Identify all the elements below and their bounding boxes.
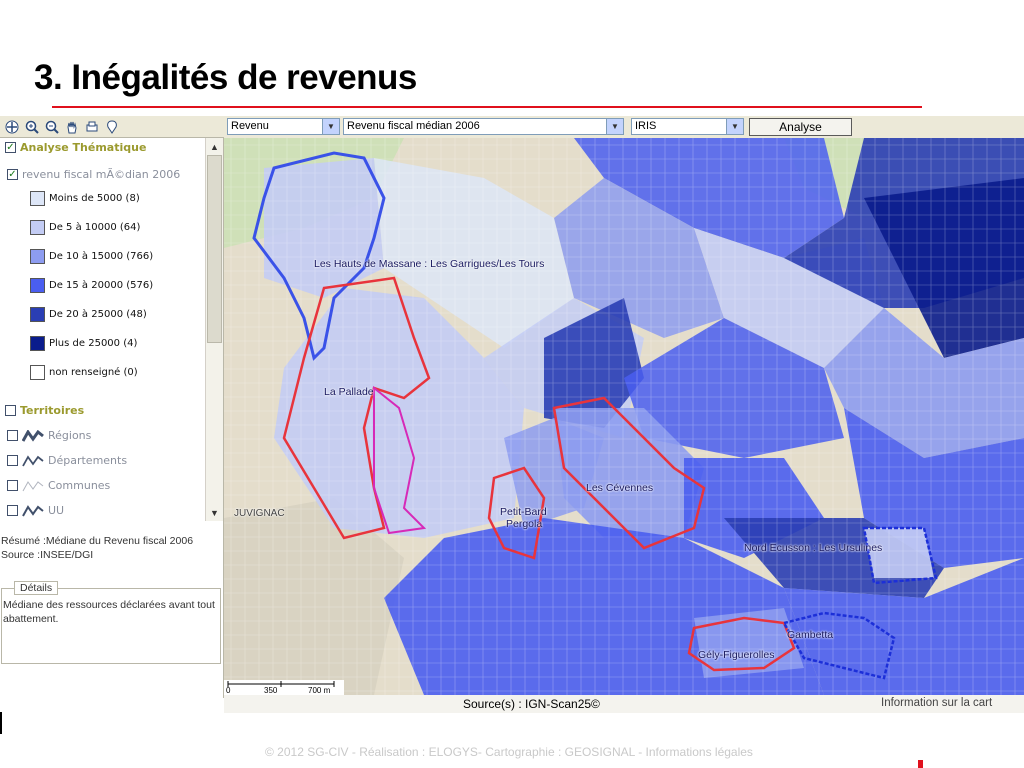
source-line: Source :INSEE/DGI [1,549,94,561]
chevron-down-icon[interactable]: ▼ [322,119,339,134]
legend-swatch [30,278,45,293]
legend-label: De 15 à 20000 (576) [49,280,154,291]
indicator-select[interactable]: Revenu fiscal médian 2006 ▼ [343,118,624,135]
legend-swatch [30,336,45,351]
layer-revenu-label: revenu fiscal mÃ©dian 2006 [22,168,181,181]
analysis-bar: Revenu ▼ Revenu fiscal médian 2006 ▼ IRI… [224,116,1024,139]
details-box: Détails Médiane des ressources déclarées… [1,581,221,664]
zoom-in-icon[interactable] [23,118,40,135]
legend-item: De 20 à 25000 (48) [30,307,147,322]
level-select-value: IRIS [635,120,657,132]
layer-tree: ✓ Analyse Thématique ✓ revenu fiscal mÃ©… [0,138,205,521]
checkbox[interactable]: ✓ [7,169,18,180]
scale-tick: 700 m [308,686,331,695]
scroll-thumb[interactable] [207,155,222,343]
legend-swatch [30,191,45,206]
legend-item: Plus de 25000 (4) [30,336,137,351]
legend-item: non renseigné (0) [30,365,138,380]
chevron-down-icon[interactable]: ▼ [606,119,623,134]
zoom-out-icon[interactable] [43,118,60,135]
departements-line-icon [22,454,44,466]
red-corner-mark [918,760,923,768]
territoire-label: Communes [48,479,111,492]
print-icon[interactable] [83,118,100,135]
checkbox[interactable] [7,480,18,491]
indicator-select-value: Revenu fiscal médian 2006 [347,120,480,132]
legend-item: De 15 à 20000 (576) [30,278,153,293]
legend-item: Moins de 5000 (8) [30,191,140,206]
scroll-down-icon[interactable]: ▼ [206,504,223,521]
map-source: Source(s) : IGN-Scan25© [463,697,600,711]
edge-mark [0,712,2,734]
map-view[interactable]: Les Hauts de Massane : Les Garrigues/Les… [224,138,1024,695]
territoire-row[interactable]: Départements [7,454,127,467]
legend-item: De 10 à 15000 (766) [30,249,153,264]
map-label: Les Cévennes [586,482,654,494]
analyse-button[interactable]: Analyse [749,118,852,136]
hand-icon[interactable] [63,118,80,135]
group-analyse-row[interactable]: ✓ Analyse Thématique [5,141,146,154]
map-canvas[interactable] [224,138,1024,695]
map-label: Les Hauts de Massane : Les Garrigues/Les… [314,258,545,270]
group-analyse-label: Analyse Thématique [20,141,147,154]
legend-swatch [30,307,45,322]
info-icon[interactable] [103,118,120,135]
map-label: Pergola [506,518,543,530]
map-label: La Pallade [324,386,374,398]
communes-line-icon [22,480,44,491]
theme-select-value: Revenu [231,120,269,132]
footer-text: © 2012 SG-CIV - Réalisation : ELOGYS- Ca… [265,745,753,759]
legend-label: non renseigné (0) [49,367,138,378]
pan-icon[interactable] [3,118,20,135]
legend-label: De 10 à 15000 (766) [49,251,154,262]
layers-panel: ✓ Analyse Thématique ✓ revenu fiscal mÃ©… [0,138,224,698]
territoire-label: Départements [48,454,128,467]
scroll-up-icon[interactable]: ▲ [206,138,223,155]
map-label: Gély-Figuerolles [698,649,775,661]
scale-tick: 0 [226,686,231,695]
resume-block: Résumé :Médiane du Revenu fiscal 2006 So… [1,534,193,562]
title-divider [52,106,922,108]
map-label: JUVIGNAC [234,508,285,519]
territoire-row[interactable]: Régions [7,429,91,442]
details-legend: Détails [14,581,59,595]
territoire-row[interactable]: UU [7,504,64,517]
map-label: Gambetta [787,629,834,641]
layer-revenu-row[interactable]: ✓ revenu fiscal mÃ©dian 2006 [7,168,180,181]
slide-title: 3. Inégalités de revenus [34,58,417,97]
legend-item: De 5 à 10000 (64) [30,220,140,235]
territoire-label: Régions [48,429,92,442]
layer-tree-scrollbar[interactable]: ▲ ▼ [205,138,223,521]
scale-tick: 350 [264,686,278,695]
legend-swatch [30,220,45,235]
group-territoires-row[interactable]: Territoires [5,404,84,417]
legend-label: De 20 à 25000 (48) [49,309,147,320]
map-label: Petit-Bard [500,506,547,518]
checkbox[interactable] [7,505,18,516]
legend-label: Moins de 5000 (8) [49,193,140,204]
regions-line-icon [22,429,44,442]
legend-label: Plus de 25000 (4) [49,338,138,349]
checkbox[interactable]: ✓ [5,142,16,153]
territoire-label: UU [48,504,65,517]
uu-line-icon [22,504,44,516]
map-info-link[interactable]: Information sur la cart [881,697,992,709]
checkbox[interactable] [7,430,18,441]
territoire-row[interactable]: Communes [7,479,110,492]
checkbox[interactable] [7,455,18,466]
group-territoires-label: Territoires [20,404,85,417]
level-select[interactable]: IRIS ▼ [631,118,744,135]
resume-line: Résumé :Médiane du Revenu fiscal 2006 [1,535,194,547]
theme-select[interactable]: Revenu ▼ [227,118,340,135]
scale-bar: 0 350 700 m [224,680,344,695]
chevron-down-icon[interactable]: ▼ [726,119,743,134]
legend-label: De 5 à 10000 (64) [49,222,141,233]
legend-swatch [30,249,45,264]
checkbox[interactable] [5,405,16,416]
map-label: Nord Ecusson : Les Ursulines [744,542,883,554]
map-source-bar: Source(s) : IGN-Scan25© Information sur … [224,695,1024,713]
map-toolbar [0,116,224,138]
legend-swatch [30,365,45,380]
details-text: Médiane des ressources déclarées avant t… [3,599,215,625]
